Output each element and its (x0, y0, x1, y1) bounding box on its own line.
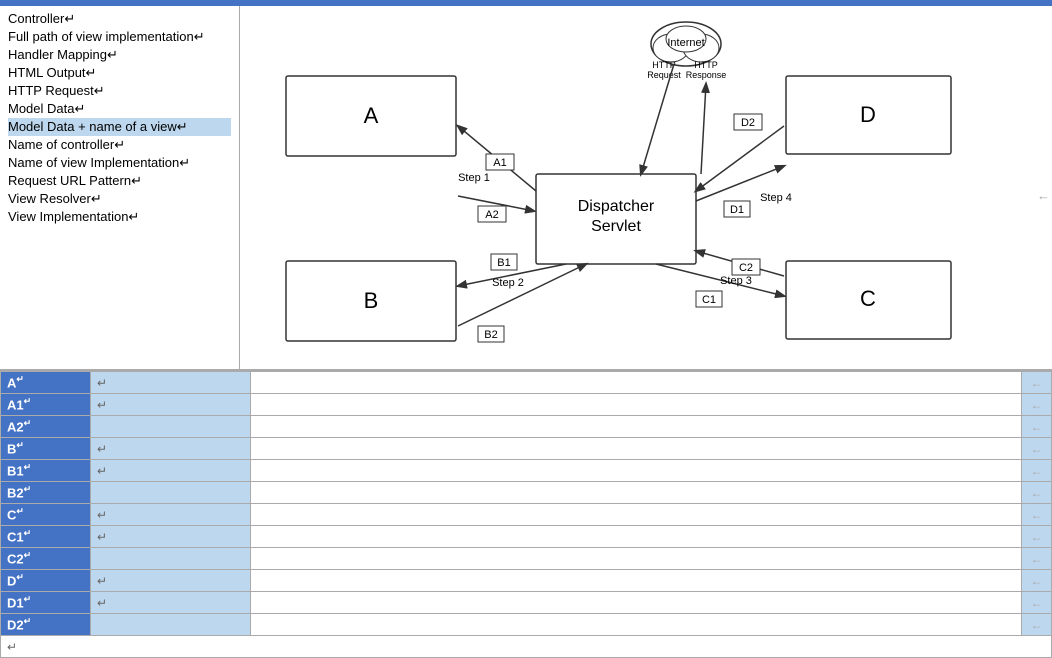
table-arrow-d2: ← (1022, 614, 1052, 636)
table-answer-b2[interactable] (251, 482, 1022, 504)
table-arrow-b1: ← (1022, 460, 1052, 482)
table-label-a: A↵ (1, 372, 91, 394)
svg-text:Step 2: Step 2 (492, 277, 524, 289)
svg-text:Step 4: Step 4 (760, 192, 792, 204)
table-label-c1: C1↵ (1, 526, 91, 548)
table-section: A↵↵←A1↵↵←A2↵←B↵↵←B1↵↵←B2↵←C↵↵←C1↵↵←C2↵←D… (0, 369, 1052, 658)
table-arrow-a: ← (1022, 372, 1052, 394)
svg-text:Step 3: Step 3 (720, 275, 752, 287)
table-label-b2: B2↵ (1, 482, 91, 504)
svg-text:C: C (860, 286, 876, 311)
table-input-c2[interactable] (91, 548, 251, 570)
table-answer-a1[interactable] (251, 394, 1022, 416)
table-arrow-c2: ← (1022, 548, 1052, 570)
left-item-view-resolver[interactable]: View Resolver↵ (8, 190, 231, 208)
table-input-c1[interactable]: ↵ (91, 526, 251, 548)
table-label-c2: C2↵ (1, 548, 91, 570)
table-input-b2[interactable] (91, 482, 251, 504)
table-answer-c[interactable] (251, 504, 1022, 526)
table-input-d[interactable]: ↵ (91, 570, 251, 592)
svg-text:Request: Request (647, 70, 681, 80)
table-label-a1: A1↵ (1, 394, 91, 416)
table-label-c: C↵ (1, 504, 91, 526)
table-input-b1[interactable]: ↵ (91, 460, 251, 482)
svg-text:D1: D1 (730, 204, 744, 216)
table-answer-a[interactable] (251, 372, 1022, 394)
table-input-b[interactable]: ↵ (91, 438, 251, 460)
table-answer-d1[interactable] (251, 592, 1022, 614)
table-answer-b1[interactable] (251, 460, 1022, 482)
table-arrow-c: ← (1022, 504, 1052, 526)
main-content: Controller↵Full path of view implementat… (0, 6, 1052, 369)
table-arrow-a1: ← (1022, 394, 1052, 416)
table-answer-b[interactable] (251, 438, 1022, 460)
table-input-d1[interactable]: ↵ (91, 592, 251, 614)
left-item-name-view-impl[interactable]: Name of view Implementation↵ (8, 154, 231, 172)
table-arrow-b: ← (1022, 438, 1052, 460)
table-input-a1[interactable]: ↵ (91, 394, 251, 416)
svg-text:A1: A1 (493, 157, 506, 169)
svg-text:Response: Response (686, 70, 727, 80)
svg-text:B2: B2 (484, 329, 497, 341)
table-answer-c2[interactable] (251, 548, 1022, 570)
svg-text:A: A (364, 103, 379, 128)
table-label-b: B↵ (1, 438, 91, 460)
left-panel: Controller↵Full path of view implementat… (0, 6, 240, 369)
table-label-d2: D2↵ (1, 614, 91, 636)
svg-text:Internet: Internet (667, 37, 704, 49)
table-arrow-d: ← (1022, 570, 1052, 592)
left-item-name-controller[interactable]: Name of controller↵ (8, 136, 231, 154)
svg-text:Servlet: Servlet (591, 218, 641, 235)
table-input-a2[interactable] (91, 416, 251, 438)
left-item-http-request[interactable]: HTTP Request↵ (8, 82, 231, 100)
table-arrow-d1: ← (1022, 592, 1052, 614)
svg-text:C1: C1 (702, 294, 716, 306)
scroll-hint-right: ← (1037, 188, 1050, 203)
table-arrow-b2: ← (1022, 482, 1052, 504)
svg-text:D2: D2 (741, 117, 755, 129)
left-item-view-impl[interactable]: View Implementation↵ (8, 208, 231, 226)
table-input-c[interactable]: ↵ (91, 504, 251, 526)
left-item-full-path[interactable]: Full path of view implementation↵ (8, 28, 231, 46)
table-label-a2: A2↵ (1, 416, 91, 438)
table-answer-c1[interactable] (251, 526, 1022, 548)
table-arrow-c1: ← (1022, 526, 1052, 548)
table-label-d: D↵ (1, 570, 91, 592)
svg-text:A2: A2 (485, 209, 498, 221)
svg-text:HTTP: HTTP (694, 60, 718, 70)
svg-text:C2: C2 (739, 262, 753, 274)
table-answer-d2[interactable] (251, 614, 1022, 636)
left-item-model-data-view[interactable]: Model Data + name of a view↵ (8, 118, 231, 136)
table-arrow-a2: ← (1022, 416, 1052, 438)
svg-text:B1: B1 (497, 257, 510, 269)
left-item-controller[interactable]: Controller↵ (8, 10, 231, 28)
diagram-area: A B Dispatcher Servlet C D Internet HTTP… (240, 6, 1052, 369)
table-input-a[interactable]: ↵ (91, 372, 251, 394)
table-answer-a2[interactable] (251, 416, 1022, 438)
table-answer-d[interactable] (251, 570, 1022, 592)
table-label-b1: B1↵ (1, 460, 91, 482)
answer-table: A↵↵←A1↵↵←A2↵←B↵↵←B1↵↵←B2↵←C↵↵←C1↵↵←C2↵←D… (0, 371, 1052, 658)
left-item-handler-mapping[interactable]: Handler Mapping↵ (8, 46, 231, 64)
svg-text:Dispatcher: Dispatcher (578, 198, 655, 215)
table-input-d2[interactable] (91, 614, 251, 636)
svg-text:Step 1: Step 1 (458, 172, 490, 184)
left-item-html-output[interactable]: HTML Output↵ (8, 64, 231, 82)
left-item-request-url[interactable]: Request URL Pattern↵ (8, 172, 231, 190)
left-item-model-data[interactable]: Model Data↵ (8, 100, 231, 118)
svg-text:B: B (364, 288, 379, 313)
table-label-d1: D1↵ (1, 592, 91, 614)
svg-text:D: D (860, 102, 876, 127)
diagram-svg: A B Dispatcher Servlet C D Internet HTTP… (240, 6, 1052, 366)
table-final-row: ↵ (1, 636, 1052, 658)
